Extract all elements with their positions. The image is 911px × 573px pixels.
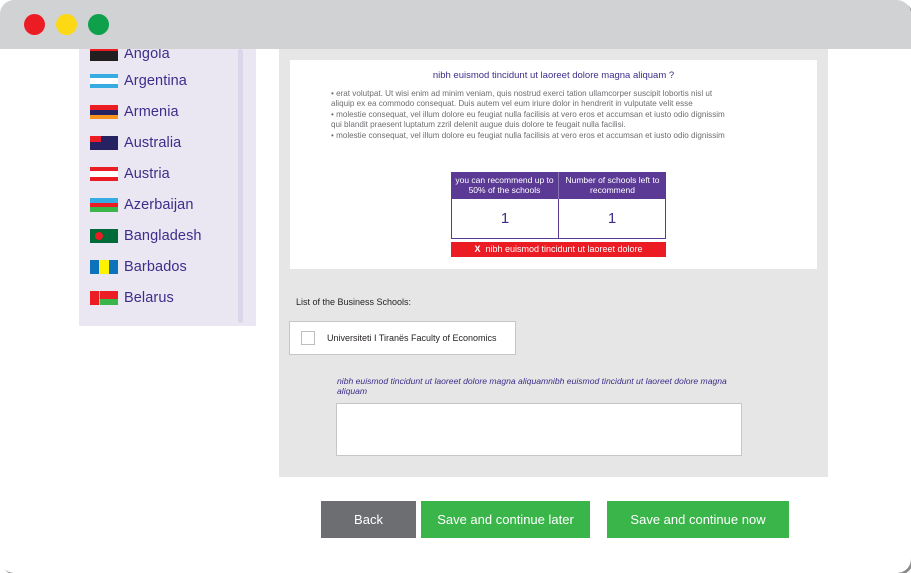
country-item-australia[interactable]: Australia xyxy=(90,132,181,154)
country-item-angola[interactable]: Angola xyxy=(90,49,170,65)
country-item-austria[interactable]: Austria xyxy=(90,163,170,185)
info-card: nibh euismod tincidunt ut laoreet dolore… xyxy=(290,60,817,269)
school-option[interactable]: Universiteti I Tiranës Faculty of Econom… xyxy=(289,321,516,355)
australia-flag-icon xyxy=(90,136,118,150)
comment-textarea[interactable] xyxy=(336,403,742,456)
schools-left-value: 1 xyxy=(607,210,617,227)
info-line: • molestie consequat, vel illum dolore e… xyxy=(331,130,725,140)
max-recommend-header: you can recommend up to 50% of the schoo… xyxy=(451,172,559,199)
country-name: Barbados xyxy=(124,259,187,275)
info-line: • molestie consequat, vel illum dolore e… xyxy=(331,109,725,119)
country-list: Angola Argentina Armenia Australia Austr… xyxy=(79,49,256,326)
info-line: qui blandit praesent luptatum zzril dele… xyxy=(331,120,626,130)
save-continue-later-button[interactable]: Save and continue later xyxy=(421,501,590,538)
country-name: Armenia xyxy=(124,104,179,120)
sidebar-scrollbar[interactable] xyxy=(238,49,243,323)
country-name: Argentina xyxy=(124,73,187,89)
angola-flag-icon xyxy=(90,49,118,61)
error-message: Xnibh euismod tincidunt ut laoreet dolor… xyxy=(451,242,666,257)
schools-list-label: List of the Business Schools: xyxy=(296,297,412,307)
country-item-armenia[interactable]: Armenia xyxy=(90,101,179,123)
info-line: aliquip ex ea commodo consequat. Duis au… xyxy=(331,99,693,109)
error-x-icon: X xyxy=(474,244,481,254)
main-panel: nibh euismod tincidunt ut laoreet dolore… xyxy=(279,49,828,477)
back-button[interactable]: Back xyxy=(321,501,416,538)
close-window-button[interactable] xyxy=(24,14,45,35)
country-item-barbados[interactable]: Barbados xyxy=(90,256,187,278)
armenia-flag-icon xyxy=(90,105,118,119)
recommendation-table-values: 1 1 xyxy=(451,199,666,239)
country-name: Azerbaijan xyxy=(124,197,194,213)
argentina-flag-icon xyxy=(90,74,118,88)
country-name: Belarus xyxy=(124,290,174,306)
bangladesh-flag-icon xyxy=(90,229,118,243)
recommendation-table-header: you can recommend up to 50% of the schoo… xyxy=(451,172,666,199)
azerbaijan-flag-icon xyxy=(90,198,118,212)
recommendation-table: you can recommend up to 50% of the schoo… xyxy=(451,172,666,257)
error-text: nibh euismod tincidunt ut laoreet dolore xyxy=(485,244,643,254)
info-title: nibh euismod tincidunt ut laoreet dolore… xyxy=(432,70,675,81)
school-name: Universiteti I Tiranës Faculty of Econom… xyxy=(327,333,497,343)
info-line: • erat volutpat. Ut wisi enim ad minim v… xyxy=(331,89,713,98)
maximize-window-button[interactable] xyxy=(88,14,109,35)
app-window: Angola Argentina Armenia Australia Austr… xyxy=(0,0,911,573)
country-name: Bangladesh xyxy=(124,228,202,244)
max-recommend-value: 1 xyxy=(452,199,559,238)
schools-left-header: Number of schools left to recommend xyxy=(565,175,660,195)
save-continue-now-button[interactable]: Save and continue now xyxy=(607,501,789,538)
country-item-belarus[interactable]: Belarus xyxy=(90,287,174,309)
austria-flag-icon xyxy=(90,167,118,181)
minimize-window-button[interactable] xyxy=(56,14,77,35)
country-item-azerbaijan[interactable]: Azerbaijan xyxy=(90,194,194,216)
school-checkbox[interactable] xyxy=(301,331,315,345)
barbados-flag-icon xyxy=(90,260,118,274)
country-name: Austria xyxy=(124,166,170,182)
country-item-bangladesh[interactable]: Bangladesh xyxy=(90,225,202,247)
belarus-flag-icon xyxy=(90,291,118,305)
comment-label: nibh euismod tincidunt ut laoreet dolore… xyxy=(337,376,727,396)
title-bar xyxy=(0,0,911,49)
country-item-argentina[interactable]: Argentina xyxy=(90,70,187,92)
info-text: • erat volutpat. Ut wisi enim ad minim v… xyxy=(331,89,791,141)
country-name: Angola xyxy=(124,49,170,62)
country-name: Australia xyxy=(124,135,182,151)
